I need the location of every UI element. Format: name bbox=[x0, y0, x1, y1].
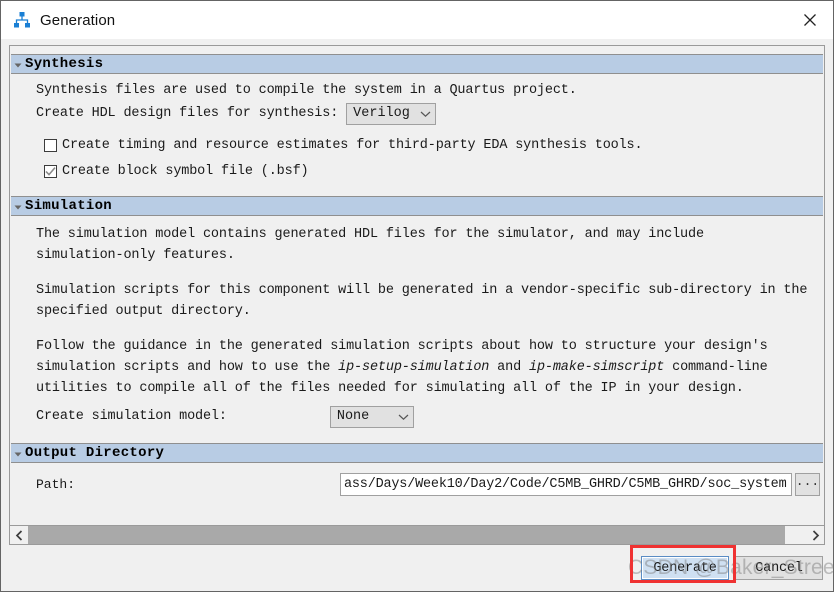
scroll-left-arrow-icon[interactable] bbox=[10, 526, 28, 544]
sim-line2-em1: ip-setup-simulation bbox=[338, 360, 490, 375]
cancel-button[interactable]: Cancel bbox=[735, 556, 823, 580]
checkbox-row-block-symbol-file[interactable]: Create block symbol file (.bsf) bbox=[10, 158, 824, 184]
section-header-simulation[interactable]: Simulation bbox=[11, 196, 823, 216]
scroll-right-arrow-icon[interactable] bbox=[806, 526, 824, 544]
checkbox-timing-estimates[interactable] bbox=[44, 138, 57, 152]
hdl-language-row: Create HDL design files for synthesis: V… bbox=[10, 102, 824, 126]
generation-dialog: Generation Synthesis Synthesis files are… bbox=[0, 0, 834, 592]
sim-line2-b: and bbox=[489, 360, 529, 375]
close-icon[interactable] bbox=[787, 1, 833, 39]
simulation-paragraph-1-line-1: The simulation model contains generated … bbox=[36, 227, 704, 242]
synthesis-description: Synthesis files are used to compile the … bbox=[36, 83, 577, 98]
checkbox-block-symbol-file[interactable] bbox=[44, 164, 57, 178]
hdl-language-label: Create HDL design files for synthesis: bbox=[36, 106, 339, 121]
dialog-body: Synthesis Synthesis files are used to co… bbox=[1, 39, 833, 545]
hierarchy-icon bbox=[13, 11, 31, 29]
chevron-down-icon bbox=[398, 413, 409, 421]
sim-line2-c: command-line bbox=[664, 360, 768, 375]
hdl-language-select[interactable]: Verilog bbox=[346, 103, 436, 125]
page-title: Generation bbox=[40, 11, 116, 29]
output-path-input[interactable]: ass/Days/Week10/Day2/Code/C5MB_GHRD/C5MB… bbox=[340, 472, 792, 496]
chevron-down-icon[interactable] bbox=[11, 448, 25, 459]
simulation-model-label: Create simulation model: bbox=[36, 409, 227, 424]
simulation-paragraph-3-line-1: Follow the guidance in the generated sim… bbox=[36, 339, 768, 354]
checkbox-timing-estimates-label: Create timing and resource estimates for… bbox=[62, 137, 643, 153]
output-path-row: Path: ass/Days/Week10/Day2/Code/C5MB_GHR… bbox=[10, 469, 824, 499]
section-title-simulation: Simulation bbox=[25, 198, 113, 214]
scrollbar-thumb[interactable] bbox=[28, 526, 785, 544]
chevron-down-icon bbox=[420, 110, 431, 118]
output-path-label: Path: bbox=[36, 476, 76, 492]
simulation-paragraph-2-line-2: specified output directory. bbox=[36, 304, 251, 319]
browse-button[interactable]: ... bbox=[795, 472, 820, 496]
checkbox-row-timing-estimates[interactable]: Create timing and resource estimates for… bbox=[10, 132, 824, 158]
section-header-synthesis[interactable]: Synthesis bbox=[11, 54, 823, 74]
button-bar: Generate Cancel bbox=[1, 545, 833, 591]
simulation-model-select[interactable]: None bbox=[329, 406, 414, 428]
scrollbar-track[interactable] bbox=[28, 526, 806, 544]
horizontal-scrollbar[interactable] bbox=[10, 525, 824, 544]
simulation-paragraph-3-line-2: simulation scripts and how to use the ip… bbox=[10, 357, 824, 378]
title-bar: Generation bbox=[1, 1, 833, 39]
sim-line2-a: simulation scripts and how to use the bbox=[36, 360, 339, 375]
hdl-language-value: Verilog bbox=[353, 106, 410, 121]
simulation-model-value: None bbox=[336, 409, 370, 424]
generate-button[interactable]: Generate bbox=[641, 556, 729, 580]
simulation-model-row: Create simulation model: None bbox=[10, 405, 824, 429]
simulation-paragraph-1-line-2: simulation-only features. bbox=[36, 248, 235, 263]
pane-content: Synthesis Synthesis files are used to co… bbox=[10, 46, 824, 525]
scroll-pane: Synthesis Synthesis files are used to co… bbox=[9, 45, 825, 545]
simulation-paragraph-2-line-1: Simulation scripts for this component wi… bbox=[36, 283, 808, 298]
sim-line2-em2: ip-make-simscript bbox=[529, 360, 665, 375]
section-header-output-directory[interactable]: Output Directory bbox=[11, 443, 823, 463]
simulation-paragraph-3-line-3: utilities to compile all of the files ne… bbox=[36, 381, 744, 396]
chevron-down-icon[interactable] bbox=[11, 201, 25, 212]
chevron-down-icon[interactable] bbox=[11, 59, 25, 70]
section-title-synthesis: Synthesis bbox=[25, 56, 104, 72]
checkbox-block-symbol-file-label: Create block symbol file (.bsf) bbox=[62, 163, 309, 179]
section-title-output-directory: Output Directory bbox=[25, 445, 165, 461]
